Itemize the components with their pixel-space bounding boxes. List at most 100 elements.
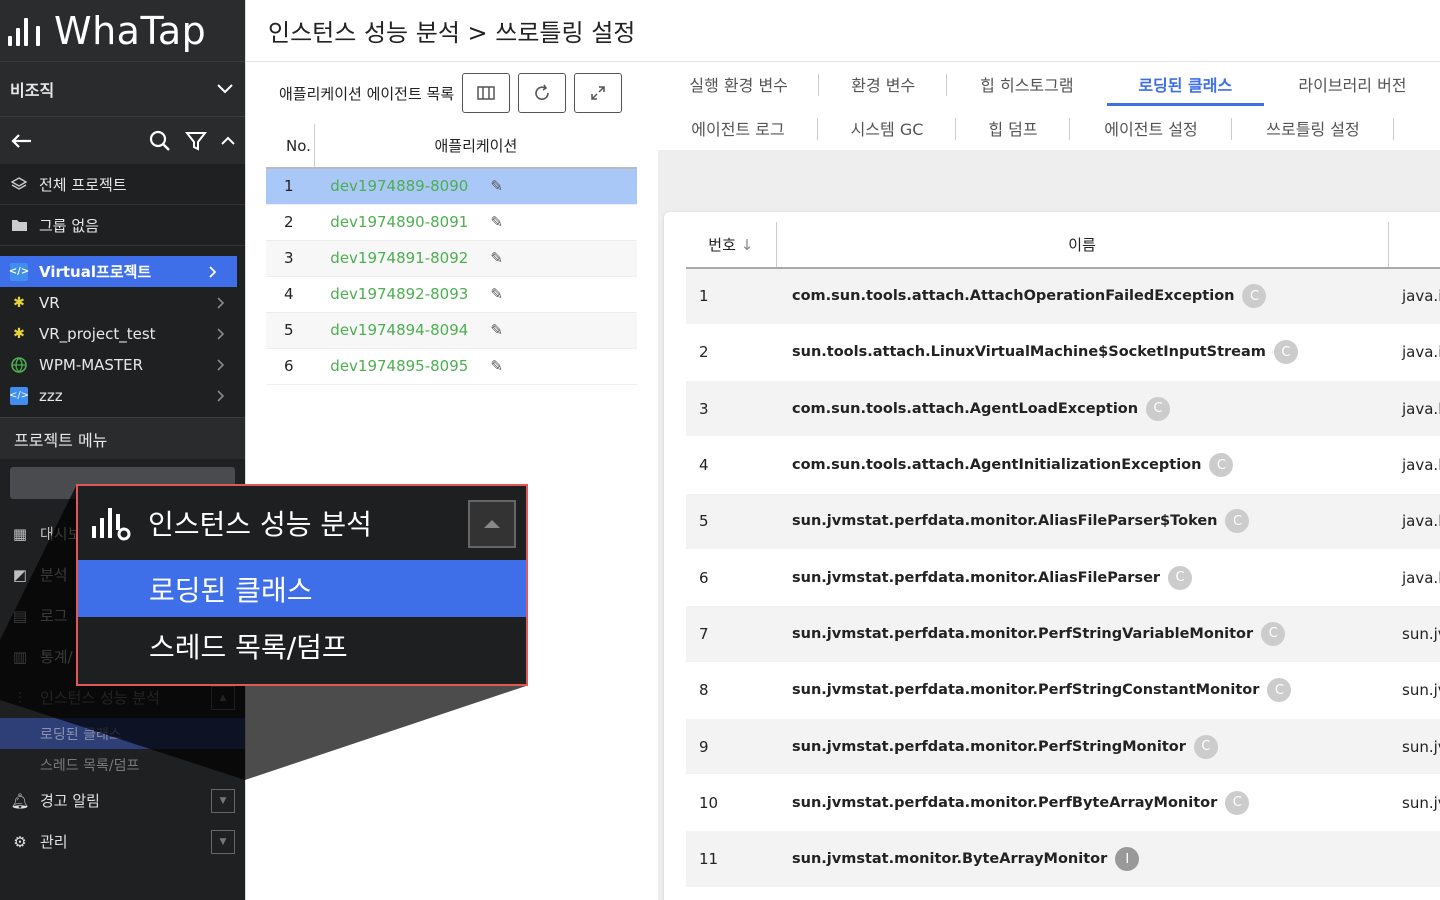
- edit-icon[interactable]: ✎: [490, 213, 503, 231]
- class-package: java.la: [1388, 436, 1440, 494]
- col-no: No.: [266, 124, 315, 169]
- col-package[interactable]: [1388, 222, 1440, 269]
- collapse-icon[interactable]: ▲: [211, 685, 235, 710]
- puzzle-icon: ✱: [13, 294, 25, 311]
- chevron-down-icon: [217, 84, 233, 94]
- tab-throttling-settings[interactable]: 쓰로틀링 설정: [1232, 106, 1394, 150]
- tab-env-vars[interactable]: 환경 변수: [819, 62, 948, 106]
- zoom-item-loaded-classes[interactable]: 로딩된 클래스: [78, 560, 526, 617]
- folder-no-group[interactable]: 그룹 없음: [0, 205, 245, 246]
- folder-all-projects[interactable]: 전체 프로젝트: [0, 164, 245, 205]
- submenu-loaded-classes[interactable]: 로딩된 클래스: [0, 718, 245, 749]
- edit-icon[interactable]: ✎: [490, 357, 503, 375]
- tab-heap-dump[interactable]: 힙 덤프: [956, 106, 1070, 150]
- expand-icon[interactable]: ▼: [211, 788, 235, 813]
- class-number: 5: [686, 493, 776, 550]
- tab-loaded-classes[interactable]: 로딩된 클래스: [1106, 62, 1265, 106]
- tab-library-version[interactable]: 라이브러리 버전: [1264, 62, 1440, 106]
- columns-button[interactable]: [462, 73, 511, 113]
- table-row[interactable]: 1 dev1974889-8090 ✎: [266, 168, 637, 205]
- table-row[interactable]: 1 com.sun.tools.attach.AttachOperationFai…: [686, 268, 1440, 325]
- folder-icon: [10, 217, 28, 233]
- edit-icon[interactable]: ✎: [490, 321, 503, 339]
- submenu-thread-dump[interactable]: 스레드 목록/덤프: [0, 749, 245, 780]
- refresh-button[interactable]: [518, 73, 567, 113]
- table-row[interactable]: 8 sun.jvmstat.perfdata.monitor.PerfString…: [686, 662, 1440, 719]
- app-link[interactable]: dev1974889-8090: [330, 177, 468, 195]
- project-item-zzz[interactable]: </> zzz: [0, 380, 245, 411]
- table-row[interactable]: 4 com.sun.tools.attach.AgentInitializatio…: [686, 436, 1440, 494]
- col-name[interactable]: 이름: [776, 222, 1389, 269]
- table-row[interactable]: 2 sun.tools.attach.LinuxVirtualMachine$So…: [686, 324, 1440, 382]
- tab-label: 환경 변수: [851, 76, 916, 95]
- app-link[interactable]: dev1974892-8093: [330, 285, 468, 303]
- search-icon[interactable]: [149, 130, 171, 152]
- tab-agent-log[interactable]: 에이전트 로그: [658, 106, 818, 150]
- class-number: 7: [686, 605, 776, 663]
- chevron-right-icon: [217, 296, 225, 309]
- project-item-wpm-master[interactable]: WPM-MASTER: [0, 349, 245, 380]
- project-item-vr[interactable]: ✱ VR: [0, 287, 245, 318]
- row-no: 3: [266, 240, 315, 277]
- app-link[interactable]: dev1974894-8094: [330, 321, 468, 339]
- edit-icon[interactable]: ✎: [490, 285, 503, 303]
- table-row[interactable]: 10 sun.jvmstat.perfdata.monitor.PerfByteA…: [686, 774, 1440, 832]
- menu-alert[interactable]: 🔔︎ 경고 알림 ▼: [0, 780, 245, 821]
- project-label: VR_project_test: [39, 324, 156, 343]
- project-item-vr-test[interactable]: ✱ VR_project_test: [0, 318, 245, 349]
- collapse-icon[interactable]: [468, 500, 516, 548]
- instance-icon: ⫶: [18, 688, 22, 707]
- table-row[interactable]: 7 sun.jvmstat.perfdata.monitor.PerfString…: [686, 605, 1440, 663]
- tab-label: 에이전트 로그: [691, 120, 785, 139]
- tab-label: 에이전트 설정: [1104, 120, 1198, 139]
- table-row[interactable]: 3 com.sun.tools.attach.AgentLoadException…: [686, 380, 1440, 438]
- class-number: 4: [686, 436, 776, 494]
- expand-icon[interactable]: ▼: [211, 829, 235, 854]
- chevron-right-icon: [217, 358, 225, 371]
- type-badge: I: [1115, 847, 1140, 872]
- type-badge: C: [1261, 621, 1286, 646]
- edit-icon[interactable]: ✎: [490, 177, 503, 195]
- gear-icon: ⚙: [13, 832, 27, 851]
- app-link[interactable]: dev1974891-8092: [330, 249, 468, 267]
- agent-table: No. 애플리케이션 1 dev1974889-8090 ✎ 2 dev1974890…: [266, 124, 637, 385]
- tab-runtime-env[interactable]: 실행 환경 변수: [658, 62, 820, 106]
- col-number[interactable]: 번호 ↓: [686, 222, 777, 269]
- bell-icon: 🔔︎: [10, 791, 30, 810]
- tab-label: 힙 덤프: [988, 120, 1038, 139]
- tab-agent-settings[interactable]: 에이전트 설정: [1070, 106, 1232, 150]
- filter-icon[interactable]: [185, 130, 207, 152]
- app-link[interactable]: dev1974895-8095: [330, 357, 468, 375]
- table-row[interactable]: 5 dev1974894-8094 ✎: [266, 312, 637, 349]
- org-selector[interactable]: 비조직: [0, 62, 245, 116]
- tab-heap-histogram[interactable]: 힙 히스토그램: [947, 62, 1106, 106]
- class-number: 3: [686, 380, 776, 438]
- edit-icon[interactable]: ✎: [490, 249, 503, 267]
- tab-system-gc[interactable]: 시스템 GC: [818, 106, 956, 150]
- fullscreen-button[interactable]: [574, 73, 623, 113]
- type-badge: C: [1168, 565, 1193, 590]
- class-name: sun.tools.attach.LinuxVirtualMachine$Soc…: [792, 344, 1266, 361]
- table-row[interactable]: 4 dev1974892-8093 ✎: [266, 276, 637, 313]
- type-badge: C: [1267, 678, 1292, 703]
- table-row[interactable]: 2 dev1974890-8091 ✎: [266, 204, 637, 241]
- menu-label: 로그: [40, 607, 68, 625]
- project-item-virtual[interactable]: </> Virtual프로젝트: [0, 256, 237, 287]
- table-row[interactable]: 6 sun.jvmstat.perfdata.monitor.AliasFileP…: [686, 549, 1440, 607]
- app-link[interactable]: dev1974890-8091: [330, 213, 468, 231]
- table-row[interactable]: 6 dev1974895-8095 ✎: [266, 348, 637, 385]
- back-arrow-icon[interactable]: [10, 133, 32, 149]
- menu-admin[interactable]: ⚙ 관리 ▼: [0, 821, 245, 862]
- logo[interactable]: WhaTap: [0, 0, 245, 62]
- chevron-right-icon: [217, 389, 225, 402]
- project-menu-title: 프로젝트 메뉴: [0, 417, 245, 459]
- table-row[interactable]: 3 dev1974891-8092 ✎: [266, 240, 637, 277]
- content-area: 번호 ↓ 이름 1 com.sun.tools.attach.AttachOper…: [658, 150, 1440, 900]
- class-number: 2: [686, 324, 776, 382]
- class-name: sun.jvmstat.perfdata.monitor.PerfStringM…: [792, 738, 1186, 755]
- zoom-item-thread-dump[interactable]: 스레드 목록/덤프: [78, 617, 526, 674]
- table-row[interactable]: 5 sun.jvmstat.perfdata.monitor.AliasFileP…: [686, 493, 1440, 550]
- chevron-up-icon[interactable]: [221, 136, 235, 146]
- table-row[interactable]: 11 sun.jvmstat.monitor.ByteArrayMonitor I: [686, 830, 1440, 888]
- table-row[interactable]: 9 sun.jvmstat.perfdata.monitor.PerfString…: [686, 718, 1440, 776]
